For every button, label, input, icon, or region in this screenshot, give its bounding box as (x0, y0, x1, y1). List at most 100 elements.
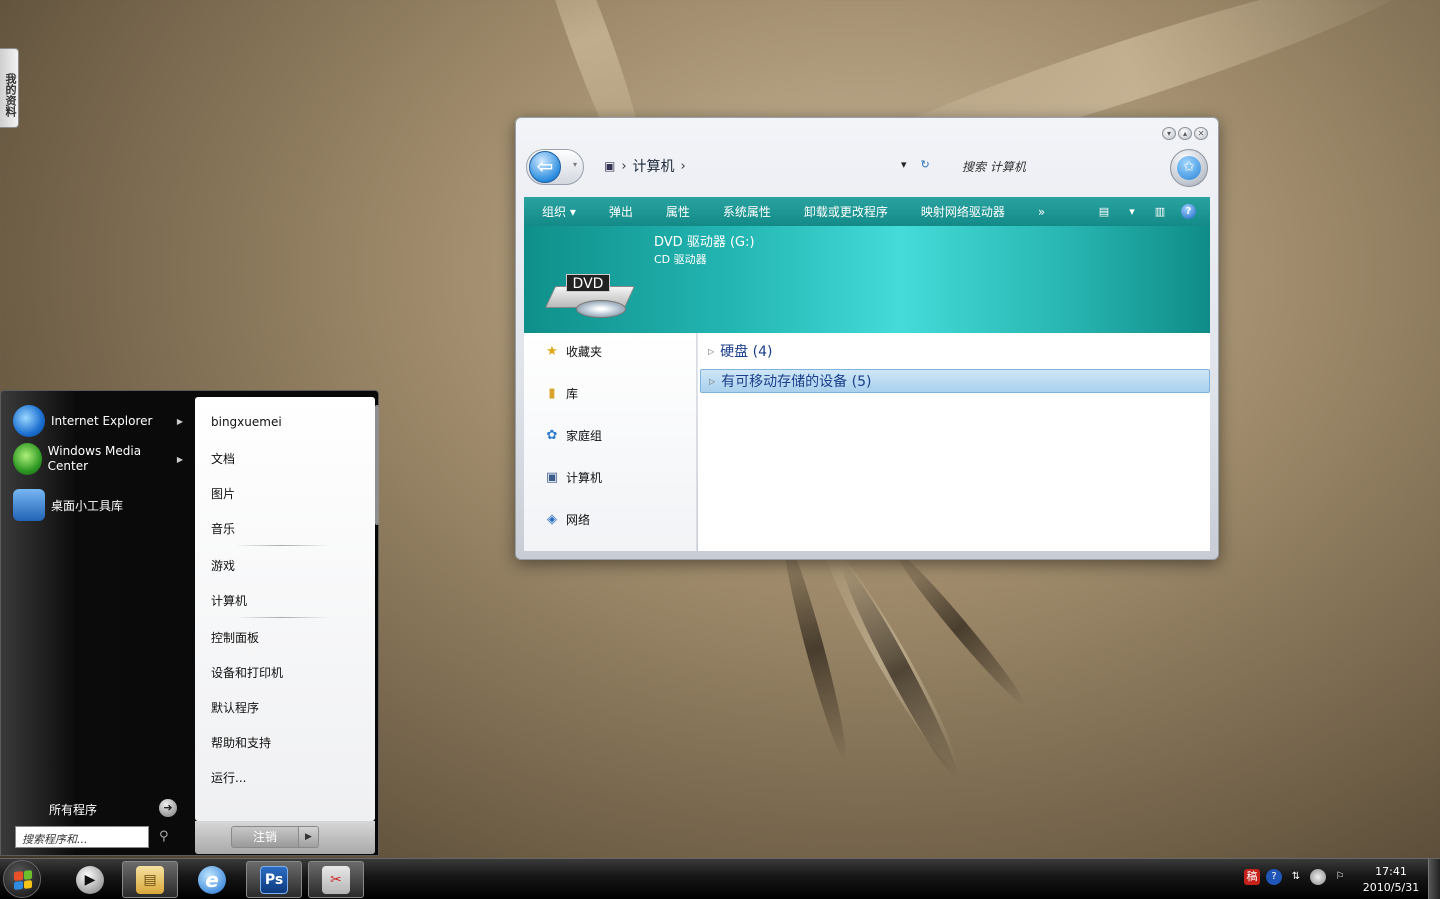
toolbar-system-properties[interactable]: 系统属性 (705, 203, 786, 220)
folder-icon: ▤ (136, 865, 164, 894)
toolbar-eject[interactable]: 弹出 (591, 203, 648, 220)
star-icon: ✩ (1177, 156, 1201, 180)
tray-options-icon[interactable]: ⇅ (1288, 869, 1304, 885)
place-documents[interactable]: 文档 (211, 450, 235, 467)
computer-small-icon: ▣ (604, 159, 616, 173)
nav-item-libraries[interactable]: ▮ 库 (544, 385, 578, 402)
taskbar-explorer[interactable]: ▤ (122, 861, 178, 898)
toolbar-right-icons: ▤ ▾ ▥ ? (1097, 204, 1210, 219)
toolbar-properties[interactable]: 属性 (648, 203, 705, 220)
place-music[interactable]: 音乐 (211, 520, 235, 537)
toolbar-more[interactable]: » (1020, 205, 1060, 219)
help-icon[interactable]: ? (1181, 204, 1196, 219)
expand-arrow-icon[interactable]: ▷ (709, 377, 715, 386)
nav-item-computer[interactable]: ▣ 计算机 (544, 469, 602, 486)
place-control-panel[interactable]: 控制面板 (211, 629, 259, 646)
photoshop-icon: Ps (260, 865, 288, 894)
place-devices-printers[interactable]: 设备和打印机 (211, 664, 283, 681)
submenu-arrow-icon[interactable]: ▶ (177, 455, 183, 464)
media-center-icon (13, 443, 42, 475)
place-run[interactable]: 运行... (211, 769, 246, 786)
system-tray: 稿 ? ⇅ ⚐ (1244, 869, 1348, 885)
taskbar-internet-explorer[interactable]: e (184, 861, 240, 898)
action-center-icon[interactable]: ⚐ (1332, 869, 1348, 885)
divider (235, 617, 329, 618)
computer-icon: ▣ (545, 469, 559, 485)
preview-pane-icon[interactable]: ▥ (1153, 205, 1167, 219)
divider (235, 545, 329, 546)
submenu-arrow-icon[interactable]: ▶ (177, 417, 183, 426)
details-subtitle: CD 驱动器 (654, 253, 707, 266)
media-player-icon: ▶ (76, 865, 104, 894)
program-gadgets[interactable]: 桌面小工具库 (13, 489, 183, 521)
search-input[interactable]: 搜索 计算机 (962, 158, 1026, 175)
window-controls: ▾ ▴ ✕ (1162, 127, 1208, 140)
taskbar-media-player[interactable]: ▶ (62, 861, 118, 898)
start-search-input[interactable]: 搜索程序和... (15, 826, 149, 848)
nav-item-favorites[interactable]: ★ 收藏夹 (544, 343, 602, 360)
program-media-center[interactable]: Windows Media Center ▶ (13, 443, 183, 475)
place-default-programs[interactable]: 默认程序 (211, 699, 259, 716)
dvd-drive-icon: DVD (544, 270, 636, 322)
volume-icon[interactable] (1310, 869, 1326, 885)
toolbar-uninstall[interactable]: 卸载或更改程序 (786, 203, 903, 220)
breadcrumb-chevron[interactable]: › (621, 159, 626, 174)
wallpaper-stem (833, 559, 967, 783)
clock[interactable]: 17:41 2010/5/31 (1360, 864, 1422, 896)
expand-arrow-icon[interactable]: ▷ (708, 347, 714, 356)
ime-icon[interactable]: 稿 (1244, 869, 1260, 885)
maximize-button[interactable]: ▴ (1178, 127, 1192, 140)
close-button[interactable]: ✕ (1194, 127, 1208, 140)
breadcrumb-computer[interactable]: 计算机 (633, 156, 675, 176)
refresh-icon[interactable]: ↻ (921, 158, 930, 171)
clock-date: 2010/5/31 (1362, 881, 1420, 894)
show-desktop-button[interactable] (1428, 859, 1440, 899)
place-pictures[interactable]: 图片 (211, 485, 235, 502)
group-removable-storage[interactable]: ▷ 有可移动存储的设备 (5) (700, 369, 1210, 393)
details-pane: DVD DVD 驱动器 (G:) CD 驱动器 (524, 226, 1210, 333)
ie-icon (13, 405, 45, 437)
place-help-support[interactable]: 帮助和支持 (211, 734, 271, 751)
place-computer[interactable]: 计算机 (211, 592, 247, 609)
star-icon: ★ (546, 343, 558, 359)
address-actions: ▾ ↻ (901, 158, 930, 171)
side-tab-my-data[interactable]: 我的资料 (0, 48, 19, 128)
navigation-pane: ★ 收藏夹 ▮ 库 ✿ 家庭组 ▣ 计算机 ◈ 网络 (524, 333, 697, 551)
all-programs-link[interactable]: 所有程序 (49, 801, 97, 818)
scissors-icon: ✂ (322, 865, 350, 894)
toolbar-map-drive[interactable]: 映射网络驱动器 (903, 203, 1020, 220)
minimize-button[interactable]: ▾ (1162, 127, 1176, 140)
taskbar-photoshop[interactable]: Ps (246, 861, 302, 898)
scrollbar[interactable] (375, 405, 379, 525)
nav-item-network[interactable]: ◈ 网络 (544, 511, 590, 528)
place-user[interactable]: bingxuemei (211, 415, 282, 429)
windows-logo-icon (14, 870, 32, 890)
library-icon: ▮ (548, 385, 556, 401)
back-button[interactable]: ⇦ ▾ (526, 149, 584, 185)
shutdown-options-arrow-icon[interactable]: ▶ (299, 826, 319, 848)
toolbar-organize[interactable]: 组织 ▾ (524, 203, 591, 220)
nav-item-homegroup[interactable]: ✿ 家庭组 (544, 427, 602, 444)
favorites-star-button[interactable]: ✩ (1170, 149, 1208, 187)
program-internet-explorer[interactable]: Internet Explorer ▶ (13, 405, 183, 437)
details-title: DVD 驱动器 (G:) (654, 235, 755, 250)
forward-dropdown-icon[interactable]: ▾ (573, 160, 577, 169)
search-icon[interactable]: ⚲ (159, 829, 169, 844)
logoff-button[interactable]: 注销 (231, 826, 299, 848)
all-programs-arrow-icon[interactable]: ➜ (159, 799, 177, 817)
group-hard-disks[interactable]: ▷ 硬盘 (4) (700, 339, 1210, 363)
breadcrumb-chevron[interactable]: › (681, 159, 686, 174)
address-dropdown-icon[interactable]: ▾ (901, 158, 907, 171)
view-options-icon[interactable]: ▤ (1097, 205, 1111, 219)
taskbar-tool[interactable]: ✂ (308, 861, 364, 898)
address-bar[interactable]: ▣ › 计算机 › (604, 156, 686, 176)
help-icon[interactable]: ? (1266, 869, 1282, 885)
start-button[interactable] (3, 860, 41, 898)
view-dropdown-icon[interactable]: ▾ (1125, 205, 1139, 219)
gadgets-icon (13, 489, 45, 521)
start-menu: Internet Explorer ▶ Windows Media Center… (0, 390, 379, 856)
shutdown-controls: 注销 ▶ (231, 826, 319, 848)
start-places-pane: bingxuemei 文档 图片 音乐 游戏 计算机 控制面板 设备和打印机 默… (195, 397, 375, 821)
place-games[interactable]: 游戏 (211, 557, 235, 574)
command-bar: 组织 ▾ 弹出 属性 系统属性 卸载或更改程序 映射网络驱动器 » ▤ ▾ ▥ … (524, 197, 1210, 226)
